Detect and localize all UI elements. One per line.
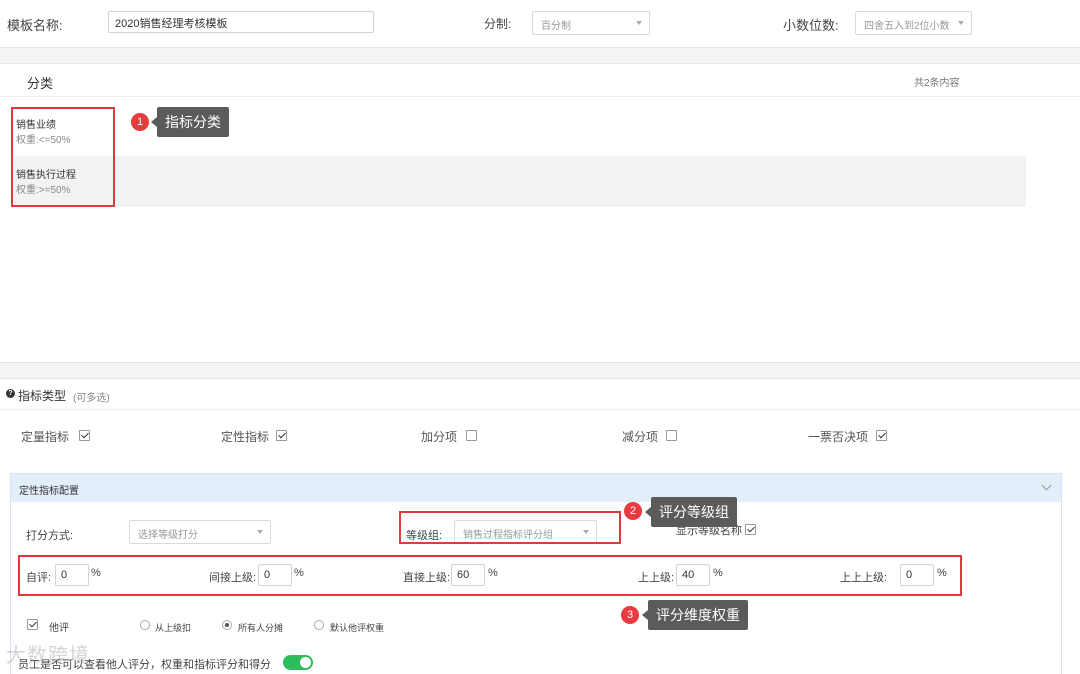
indicator-type-checkbox[interactable] — [466, 430, 477, 441]
help-icon[interactable]: ? — [6, 389, 15, 398]
template-name-label: 模板名称: — [7, 18, 63, 33]
annotation-badge: 3 — [621, 606, 639, 624]
category-item[interactable]: 销售执行过程 权重:>=50% — [14, 156, 1026, 206]
others-label: 他评 — [49, 623, 69, 634]
score-method-placeholder: 选择等级打分 — [138, 530, 198, 541]
score-method-select[interactable]: 选择等级打分 — [129, 520, 271, 544]
chevron-down-icon — [636, 21, 642, 25]
annotation-badge: 1 — [131, 113, 149, 131]
annotation-tooltip: 评分维度权重 — [642, 600, 748, 630]
chevron-down-icon — [257, 530, 263, 534]
divider — [0, 409, 1080, 410]
chevron-down-icon — [958, 21, 964, 25]
indicator-type-checkbox[interactable] — [876, 430, 887, 441]
qual-config-header[interactable] — [11, 474, 1061, 502]
decimal-value: 四舍五入到2位小数 — [864, 21, 950, 32]
annotation-tooltip: 指标分类 — [151, 107, 229, 137]
watermark: 大数跨境 — [6, 645, 90, 667]
section-divider — [0, 362, 1080, 379]
divider — [0, 96, 1080, 97]
annotation-box-weights — [18, 555, 962, 596]
indicator-type-label: 定性指标 — [221, 430, 270, 444]
radio-button[interactable] — [222, 620, 232, 630]
indicator-types-title: 指标类型 — [18, 389, 67, 403]
scoring-label: 分制: — [484, 17, 512, 31]
radio-button[interactable] — [314, 620, 324, 630]
radio-label: 默认他评权重 — [330, 623, 385, 633]
decimal-label: 小数位数: — [783, 18, 839, 33]
indicator-type-label: 一票否决项 — [808, 430, 869, 444]
annotation-box-grade-group — [399, 511, 621, 544]
category-count: 共2条内容 — [914, 78, 960, 89]
score-method-label: 打分方式: — [26, 530, 74, 542]
indicator-type-label: 加分项 — [421, 430, 458, 444]
annotation-box-categories — [11, 107, 115, 207]
template-name-input[interactable]: 2020销售经理考核模板 — [108, 11, 374, 33]
indicator-type-checkbox[interactable] — [276, 430, 287, 441]
scoring-value: 百分制 — [541, 21, 571, 32]
others-checkbox[interactable] — [27, 619, 38, 630]
radio-button[interactable] — [140, 620, 150, 630]
decimal-select[interactable]: 四舍五入到2位小数 — [855, 11, 972, 35]
annotation-badge: 2 — [624, 502, 642, 520]
indicator-type-checkbox[interactable] — [79, 430, 90, 441]
indicator-type-label: 减分项 — [622, 430, 659, 444]
annotation-tooltip: 评分等级组 — [645, 497, 737, 527]
indicator-type-label: 定量指标 — [21, 430, 70, 444]
section-divider — [0, 47, 1080, 64]
toggle-knob — [300, 657, 311, 668]
indicator-types-hint: (可多选) — [73, 393, 110, 404]
qual-config-title: 定性指标配置 — [19, 486, 79, 497]
radio-label: 从上级扣 — [155, 623, 192, 633]
category-title: 分类 — [27, 76, 54, 91]
radio-label: 所有人分摊 — [238, 623, 284, 633]
show-grade-name-checkbox[interactable] — [745, 524, 756, 535]
employee-view-toggle[interactable] — [283, 655, 313, 670]
scoring-select[interactable]: 百分制 — [532, 11, 650, 35]
indicator-type-checkbox[interactable] — [666, 430, 677, 441]
